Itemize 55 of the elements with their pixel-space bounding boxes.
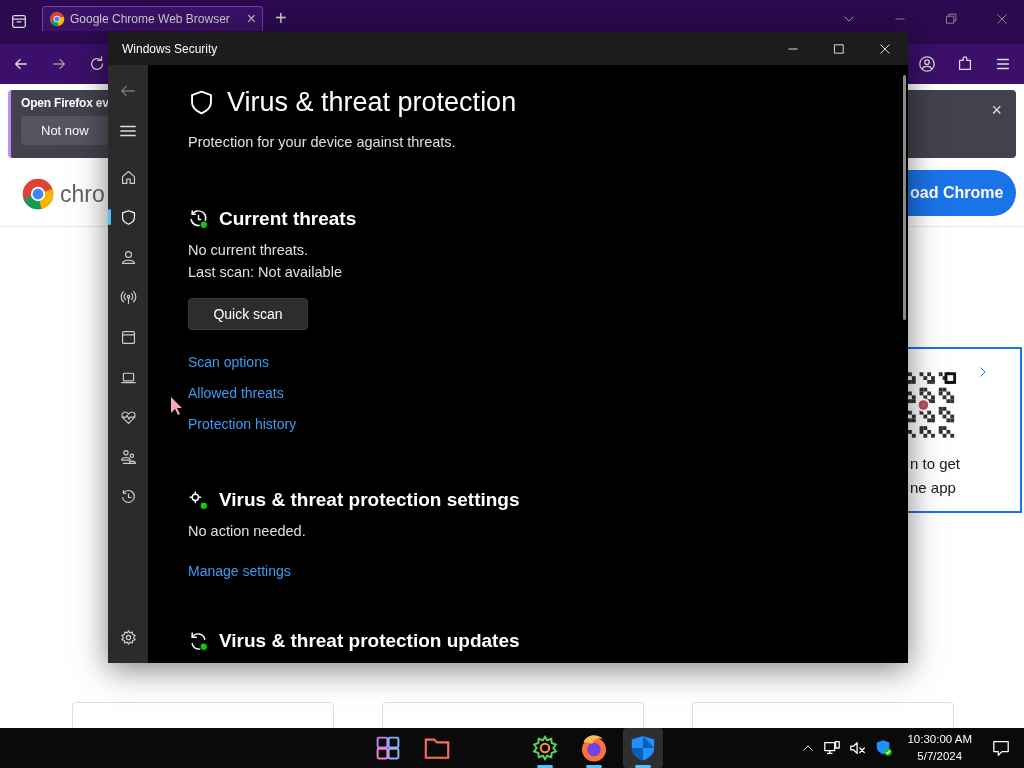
maximize-icon[interactable] (833, 42, 845, 55)
account-icon[interactable] (918, 55, 936, 73)
shield-icon[interactable] (119, 208, 137, 226)
not-now-button[interactable]: Not now (21, 116, 109, 145)
link[interactable]: Allowed threats (188, 385, 284, 401)
page-subtitle: Protection for your device against threats. (188, 134, 457, 150)
window-icon[interactable] (119, 328, 137, 346)
home-icon[interactable] (119, 168, 137, 186)
browser-tab[interactable]: Google Chrome Web Browser × (42, 6, 263, 31)
refresh-check-icon (188, 208, 209, 230)
notifications-icon[interactable] (992, 739, 1010, 757)
restore-icon[interactable] (943, 12, 958, 26)
refresh-check-icon (188, 630, 209, 652)
reload-icon[interactable] (88, 55, 106, 73)
new-tab-button[interactable]: + (269, 8, 293, 28)
antenna-icon[interactable] (119, 288, 137, 306)
logo-text: chro (60, 180, 105, 208)
link[interactable]: Protection history (188, 416, 297, 432)
shield-icon (188, 89, 215, 116)
link[interactable]: Manage settings (188, 563, 291, 579)
notification-text: Open Firefox ev (21, 96, 109, 110)
history-icon[interactable] (119, 488, 137, 506)
puzzle-icon[interactable] (956, 55, 974, 73)
quick-scan-button[interactable]: Quick scan (188, 298, 308, 330)
link[interactable]: Scan options (188, 354, 269, 370)
shield-icon[interactable] (623, 728, 663, 768)
tab-list-icon[interactable] (10, 12, 28, 30)
download-button[interactable]: oad Chrome (908, 170, 1016, 216)
network-icon[interactable] (823, 739, 842, 757)
card-text: n to get (910, 455, 961, 472)
page-heading: Virus & threat protection (227, 87, 517, 118)
person-icon[interactable] (119, 248, 137, 266)
settings-icon[interactable] (119, 628, 137, 646)
chrome-logo-icon (49, 11, 65, 27)
status-text: No action needed. (188, 523, 307, 539)
heart-pulse-icon[interactable] (119, 408, 137, 426)
clock-time[interactable]: 10:30:00 AM (907, 731, 972, 748)
clock-date[interactable]: 5/7/2024 (917, 748, 963, 765)
section-title: Current threats (219, 208, 357, 230)
family-icon[interactable] (119, 448, 137, 466)
volume-muted-icon[interactable] (849, 739, 868, 757)
status-text: Last scan: Not available (188, 264, 343, 280)
status-text: No current threats. (188, 242, 310, 258)
chrome-logo-icon (21, 177, 55, 211)
shield-check-icon[interactable] (875, 739, 894, 757)
close-icon[interactable] (879, 42, 891, 55)
mouse-pointer-icon (170, 396, 184, 416)
close-button[interactable]: × (991, 100, 1002, 121)
scrollbar[interactable] (903, 75, 906, 320)
section-title: Virus & threat protection updates (219, 630, 520, 652)
card-text: ne app (910, 479, 956, 496)
close-button[interactable]: × (246, 10, 256, 28)
section-title: Virus & threat protection settings (219, 489, 520, 511)
tab-title: Google Chrome Web Browser (70, 12, 231, 26)
window-title: Windows Security (122, 41, 219, 56)
